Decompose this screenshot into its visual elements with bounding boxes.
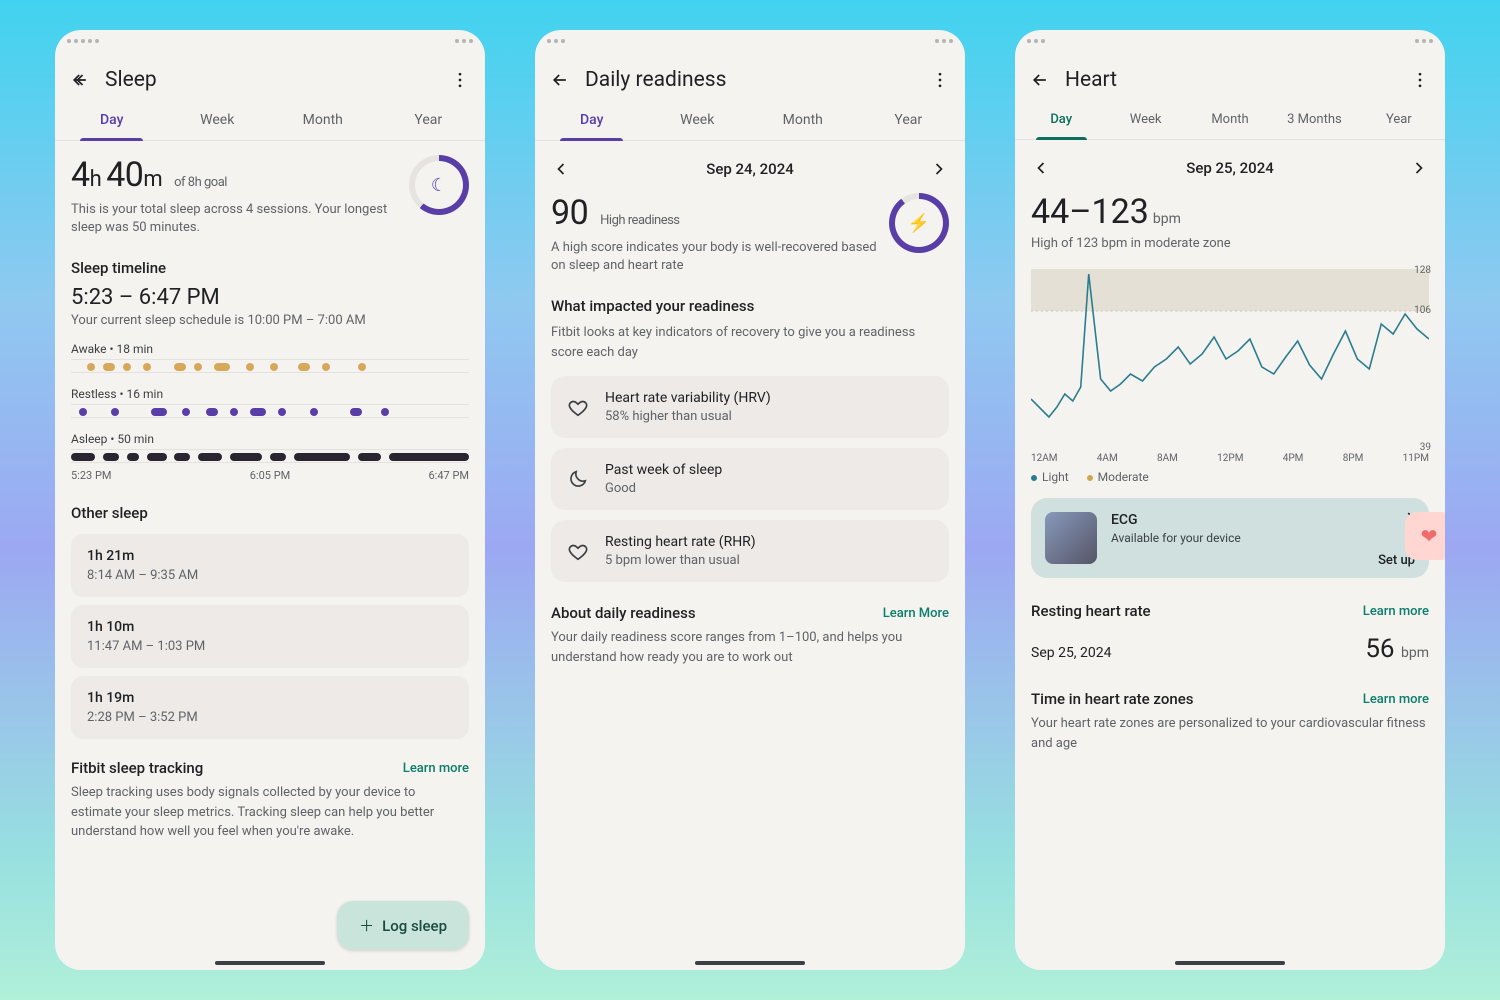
heart-screen: Heart Day Week Month 3 Months Year Sep 2… (1015, 30, 1445, 970)
home-indicator (1175, 961, 1285, 965)
sleep-timeline-heading: Sleep timeline (71, 259, 469, 277)
impact-item-rhr[interactable]: Resting heart rate (RHR)5 bpm lower than… (551, 520, 949, 582)
next-card-peek[interactable]: ❤ (1405, 512, 1445, 560)
ecg-promo-card[interactable]: ECG Available for your device ✕ Set up (1031, 498, 1429, 578)
back-button[interactable] (69, 69, 91, 91)
tab-3months[interactable]: 3 Months (1272, 102, 1356, 139)
overflow-menu-button[interactable] (1409, 69, 1431, 91)
status-bar (1015, 30, 1445, 58)
status-bar (55, 30, 485, 58)
sleep-screen: Sleep Day Week Month Year 4h 40m of 8h g… (55, 30, 485, 970)
tab-month[interactable]: Month (1188, 102, 1272, 139)
tab-week[interactable]: Week (645, 102, 751, 140)
sleep-learn-more-link[interactable]: Learn more (403, 761, 469, 776)
impact-item-hrv[interactable]: Heart rate variability (HRV)58% higher t… (551, 376, 949, 438)
date-label: Sep 24, 2024 (706, 160, 794, 178)
plus-icon: ＋ (359, 915, 374, 936)
chart-legend: Light Moderate (1031, 470, 1429, 484)
moon-icon (567, 468, 589, 490)
sleep-about-heading: Fitbit sleep tracking (71, 759, 203, 777)
sleep-total: 4h 40m of 8h goal (71, 155, 397, 195)
sleep-goal-ring: ☾ (409, 155, 469, 215)
moon-icon: ☾ (431, 175, 447, 196)
zones-learn-more-link[interactable]: Learn more (1363, 692, 1429, 707)
timeframe-tabs: Day Week Month Year (55, 96, 485, 141)
readiness-about-heading: About daily readiness (551, 604, 696, 622)
tab-year[interactable]: Year (376, 102, 482, 140)
readiness-screen: Daily readiness Day Week Month Year Sep … (535, 30, 965, 970)
activity-icon: ⚡ (908, 213, 930, 234)
heart-outline-icon (567, 540, 589, 562)
timeline-restless-label: Restless • 16 min (71, 387, 469, 401)
timeline-axis: 5:23 PM6:05 PM6:47 PM (71, 469, 469, 482)
page-title: Heart (1065, 68, 1395, 92)
heart-plus-icon: ❤ (1421, 524, 1438, 548)
other-sleep-heading: Other sleep (71, 504, 469, 522)
prev-day-button[interactable] (551, 159, 571, 179)
ecg-thumbnail (1045, 512, 1097, 564)
sleep-timeline-range: 5:23 – 6:47 PM (71, 285, 469, 310)
tab-month[interactable]: Month (270, 102, 376, 140)
back-button[interactable] (1029, 69, 1051, 91)
timeline-awake-bar (71, 359, 469, 373)
next-day-button[interactable] (1409, 158, 1429, 178)
tab-week[interactable]: Week (165, 102, 271, 140)
rhr-value: 56 bpm (1365, 634, 1429, 664)
overflow-menu-button[interactable] (449, 69, 471, 91)
home-indicator (695, 961, 805, 965)
zones-desc: Your heart rate zones are personalized t… (1031, 714, 1429, 753)
chart-x-axis: 12AM4AM8AM 12PM4PM8PM 11PM (1031, 453, 1429, 464)
sleep-schedule-desc: Your current sleep schedule is 10:00 PM … (71, 313, 469, 328)
page-title: Sleep (105, 68, 435, 92)
tab-week[interactable]: Week (1103, 102, 1187, 139)
heart-icon (567, 396, 589, 418)
back-button[interactable] (549, 69, 571, 91)
heart-rate-chart[interactable]: 128 106 39 (1031, 269, 1429, 449)
readiness-about-text: Your daily readiness score ranges from 1… (551, 628, 949, 667)
tab-year[interactable]: Year (1357, 102, 1441, 139)
page-title: Daily readiness (585, 68, 915, 92)
tab-day[interactable]: Day (1019, 102, 1103, 139)
sleep-summary-desc: This is your total sleep across 4 sessio… (71, 201, 397, 237)
home-indicator (215, 961, 325, 965)
date-label: Sep 25, 2024 (1186, 159, 1274, 177)
impact-item-sleep[interactable]: Past week of sleepGood (551, 448, 949, 510)
timeline-awake-label: Awake • 18 min (71, 342, 469, 356)
timeline-restless-bar (71, 404, 469, 418)
next-day-button[interactable] (929, 159, 949, 179)
timeline-asleep-label: Asleep • 50 min (71, 432, 469, 446)
zones-heading: Time in heart rate zones (1031, 690, 1193, 708)
tab-day[interactable]: Day (59, 102, 165, 140)
rhr-heading: Resting heart rate (1031, 602, 1151, 620)
timeframe-tabs: Day Week Month 3 Months Year (1015, 96, 1445, 140)
readiness-learn-more-link[interactable]: Learn More (883, 606, 949, 621)
timeline-asleep-bar (71, 449, 469, 463)
readiness-desc: A high score indicates your body is well… (551, 239, 877, 275)
tab-year[interactable]: Year (856, 102, 962, 140)
status-bar (535, 30, 965, 58)
overflow-menu-button[interactable] (929, 69, 951, 91)
other-sleep-item[interactable]: 1h 21m8:14 AM – 9:35 AM (71, 534, 469, 597)
log-sleep-fab[interactable]: ＋ Log sleep (337, 901, 469, 950)
timeframe-tabs: Day Week Month Year (535, 96, 965, 141)
readiness-ring: ⚡ (889, 193, 949, 253)
other-sleep-item[interactable]: 1h 19m2:28 PM – 3:52 PM (71, 676, 469, 739)
tab-month[interactable]: Month (750, 102, 856, 140)
sleep-about-text: Sleep tracking uses body signals collect… (71, 783, 469, 842)
prev-day-button[interactable] (1031, 158, 1051, 178)
other-sleep-list: 1h 21m8:14 AM – 9:35 AM 1h 10m11:47 AM –… (71, 534, 469, 739)
heart-rate-subtitle: High of 123 bpm in moderate zone (1031, 236, 1429, 251)
impacts-desc: Fitbit looks at key indicators of recove… (551, 323, 949, 362)
rhr-date: Sep 25, 2024 (1031, 645, 1112, 661)
heart-rate-range: 44–123bpm (1031, 192, 1429, 232)
tab-day[interactable]: Day (539, 102, 645, 140)
other-sleep-item[interactable]: 1h 10m11:47 AM – 1:03 PM (71, 605, 469, 668)
impacts-heading: What impacted your readiness (551, 297, 949, 315)
readiness-score: 90 High readiness (551, 193, 877, 233)
rhr-learn-more-link[interactable]: Learn more (1363, 604, 1429, 619)
